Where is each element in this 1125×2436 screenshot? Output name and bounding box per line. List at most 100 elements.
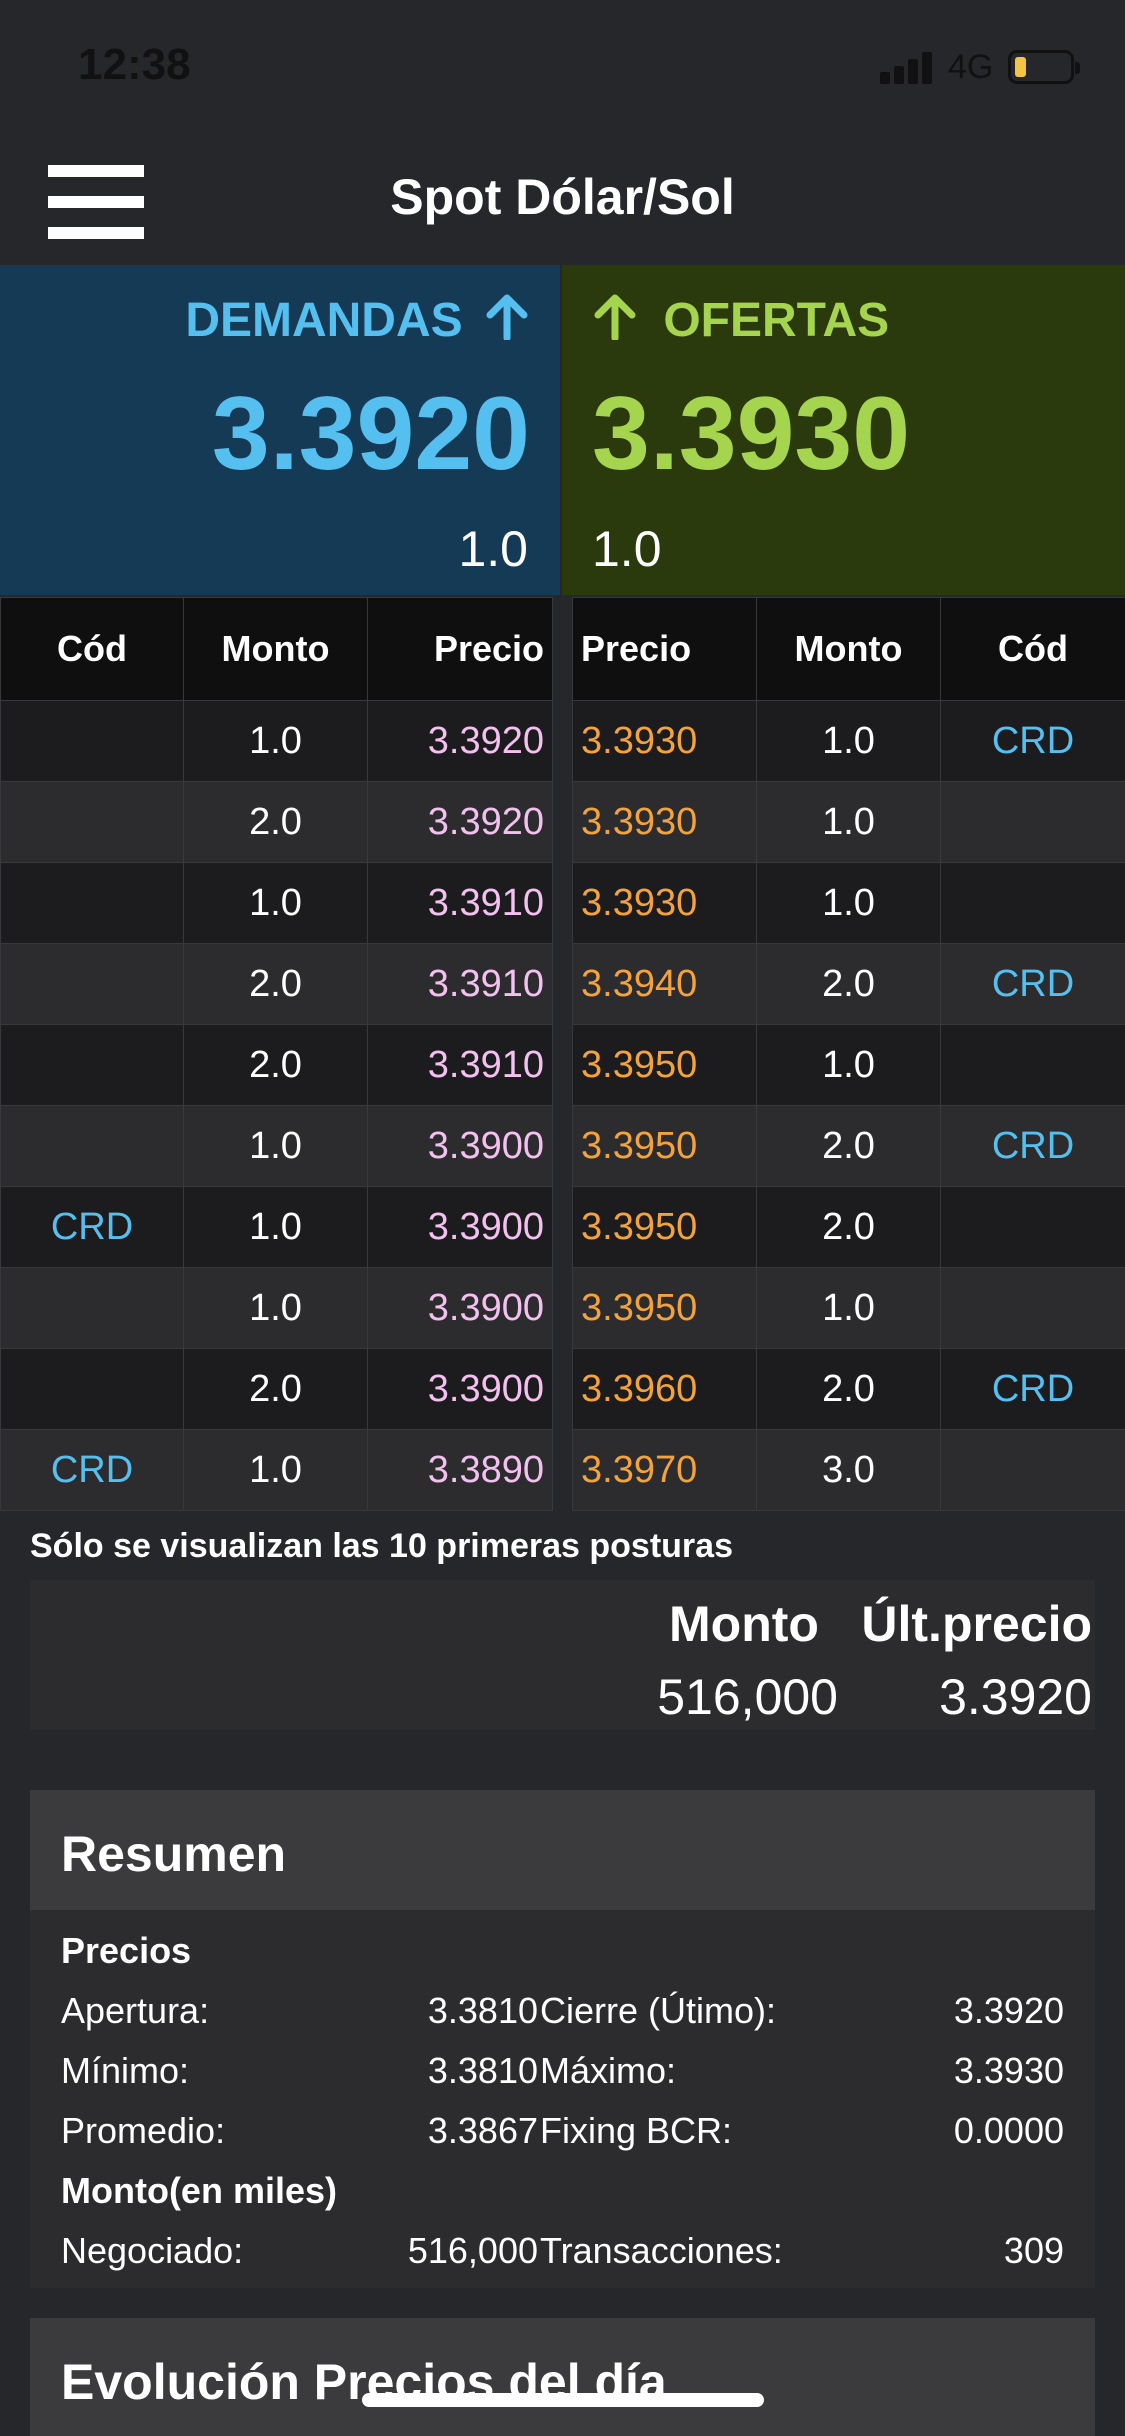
nav-bar: Spot Dólar/Sol bbox=[0, 135, 1125, 265]
summary-card: Resumen Precios Apertura: 3.3810 Cierre … bbox=[30, 1790, 1095, 2288]
cell-precio: 3.3930 bbox=[572, 781, 757, 863]
column-header-precio: Precio bbox=[572, 597, 757, 701]
table-row: 1.0 3.3910 bbox=[0, 862, 553, 944]
home-indicator[interactable] bbox=[362, 2393, 764, 2407]
cell-monto: 1.0 bbox=[183, 700, 368, 782]
cell-monto: 2.0 bbox=[756, 1348, 941, 1430]
cell-monto: 1.0 bbox=[756, 862, 941, 944]
table-row: 3.3930 1.0 CRD bbox=[572, 700, 1125, 782]
table-row: 3.3970 3.0 bbox=[572, 1429, 1125, 1511]
column-header-precio: Precio bbox=[367, 597, 553, 701]
cell-cod: CRD bbox=[940, 943, 1125, 1025]
table-row: 3.3950 1.0 bbox=[572, 1024, 1125, 1106]
promedio-value: 3.3867 bbox=[427, 2110, 538, 2151]
cell-monto: 2.0 bbox=[183, 1348, 368, 1430]
transacciones-label: Transacciones: bbox=[540, 2230, 783, 2271]
cell-cod bbox=[940, 1267, 1125, 1349]
cell-precio: 3.3890 bbox=[367, 1429, 553, 1511]
cell-cod bbox=[0, 862, 184, 944]
column-header-monto: Monto bbox=[756, 597, 941, 701]
cell-monto: 2.0 bbox=[183, 781, 368, 863]
cell-precio: 3.3950 bbox=[572, 1024, 757, 1106]
cell-cod: CRD bbox=[940, 1348, 1125, 1430]
cell-cod: CRD bbox=[0, 1186, 184, 1268]
promedio-label: Promedio: bbox=[61, 2110, 226, 2151]
cell-cod: CRD bbox=[940, 1105, 1125, 1187]
last-trade-box: Monto Últ.precio 516,000 3.3920 bbox=[30, 1580, 1095, 1730]
table-row: 3.3940 2.0 CRD bbox=[572, 943, 1125, 1025]
bid-size: 1.0 bbox=[458, 521, 528, 577]
offer-label: OFERTAS bbox=[663, 294, 890, 347]
last-trade-price-label: Últ.precio bbox=[861, 1596, 1092, 1652]
cell-precio: 3.3900 bbox=[367, 1186, 553, 1268]
table-row: 3.3950 2.0 bbox=[572, 1186, 1125, 1268]
column-header-cod: Cód bbox=[940, 597, 1125, 701]
page-title: Spot Dólar/Sol bbox=[390, 169, 735, 225]
battery-icon bbox=[1008, 50, 1080, 84]
cell-precio: 3.3900 bbox=[367, 1105, 553, 1187]
table-row: 1.0 3.3920 bbox=[0, 700, 553, 782]
cell-cod bbox=[0, 1267, 184, 1349]
cell-precio: 3.3900 bbox=[367, 1348, 553, 1430]
signal-strength-icon bbox=[880, 52, 936, 84]
offer-price: 3.3930 bbox=[592, 376, 911, 492]
cell-precio: 3.3910 bbox=[367, 862, 553, 944]
maximo-value: 3.3930 bbox=[953, 2050, 1064, 2091]
table-row: 3.3930 1.0 bbox=[572, 862, 1125, 944]
cell-precio: 3.3970 bbox=[572, 1429, 757, 1511]
minimo-label: Mínimo: bbox=[61, 2050, 190, 2091]
table-row: 2.0 3.3920 bbox=[0, 781, 553, 863]
last-trade-monto: 516,000 bbox=[657, 1669, 838, 1725]
minimo-value: 3.3810 bbox=[427, 2050, 538, 2091]
cell-precio: 3.3920 bbox=[367, 781, 553, 863]
offers-table: Precio Monto Cód 3.3930 1.0 CRD 3.3930 1.0 … bbox=[572, 597, 1125, 1511]
cierre-value: 3.3920 bbox=[953, 1990, 1064, 2031]
cierre-label: Cierre (Útimo): bbox=[540, 1990, 777, 2031]
table-row: 2.0 3.3910 bbox=[0, 943, 553, 1025]
status-time: 12:38 bbox=[78, 40, 191, 89]
summary-title: Resumen bbox=[30, 1790, 1095, 1910]
cell-cod bbox=[0, 1024, 184, 1106]
cell-cod: CRD bbox=[0, 1429, 184, 1511]
cell-cod bbox=[940, 781, 1125, 863]
apertura-label: Apertura: bbox=[61, 1990, 210, 2031]
arrow-up-icon bbox=[594, 294, 636, 342]
cell-cod bbox=[940, 1186, 1125, 1268]
amount-heading: Monto(en miles) bbox=[61, 2170, 337, 2211]
table-row: 2.0 3.3900 bbox=[0, 1348, 553, 1430]
cell-monto: 1.0 bbox=[756, 1024, 941, 1106]
offer-size: 1.0 bbox=[592, 521, 662, 577]
table-row: 3.3950 1.0 bbox=[572, 1267, 1125, 1349]
cell-precio: 3.3930 bbox=[572, 700, 757, 782]
cell-cod bbox=[940, 1024, 1125, 1106]
cell-monto: 1.0 bbox=[183, 1105, 368, 1187]
apertura-value: 3.3810 bbox=[427, 1990, 538, 2031]
cell-precio: 3.3910 bbox=[367, 943, 553, 1025]
negociado-label: Negociado: bbox=[61, 2230, 244, 2271]
bid-quote-panel: DEMANDAS 3.3920 1.0 bbox=[0, 265, 560, 595]
cell-monto: 1.0 bbox=[756, 1267, 941, 1349]
cell-monto: 2.0 bbox=[183, 943, 368, 1025]
cell-cod bbox=[0, 700, 184, 782]
offer-label-row: OFERTAS bbox=[592, 293, 889, 348]
cell-monto: 1.0 bbox=[756, 700, 941, 782]
network-type: 4G bbox=[948, 48, 994, 86]
cell-cod bbox=[0, 943, 184, 1025]
transacciones-value: 309 bbox=[1003, 2230, 1064, 2271]
cell-monto: 2.0 bbox=[756, 1186, 941, 1268]
cell-monto: 3.0 bbox=[756, 1429, 941, 1511]
table-row: 2.0 3.3910 bbox=[0, 1024, 553, 1106]
cell-precio: 3.3960 bbox=[572, 1348, 757, 1430]
cell-monto: 1.0 bbox=[183, 862, 368, 944]
cell-monto: 1.0 bbox=[183, 1186, 368, 1268]
negociado-value: 516,000 bbox=[407, 2230, 538, 2271]
cell-cod bbox=[0, 1348, 184, 1430]
cell-precio: 3.3920 bbox=[367, 700, 553, 782]
cell-precio: 3.3950 bbox=[572, 1267, 757, 1349]
cell-precio: 3.3950 bbox=[572, 1186, 757, 1268]
cell-cod bbox=[0, 781, 184, 863]
cell-monto: 2.0 bbox=[183, 1024, 368, 1106]
table-row: 1.0 3.3900 bbox=[0, 1105, 553, 1187]
maximo-label: Máximo: bbox=[540, 2050, 677, 2091]
table-row: 3.3950 2.0 CRD bbox=[572, 1105, 1125, 1187]
